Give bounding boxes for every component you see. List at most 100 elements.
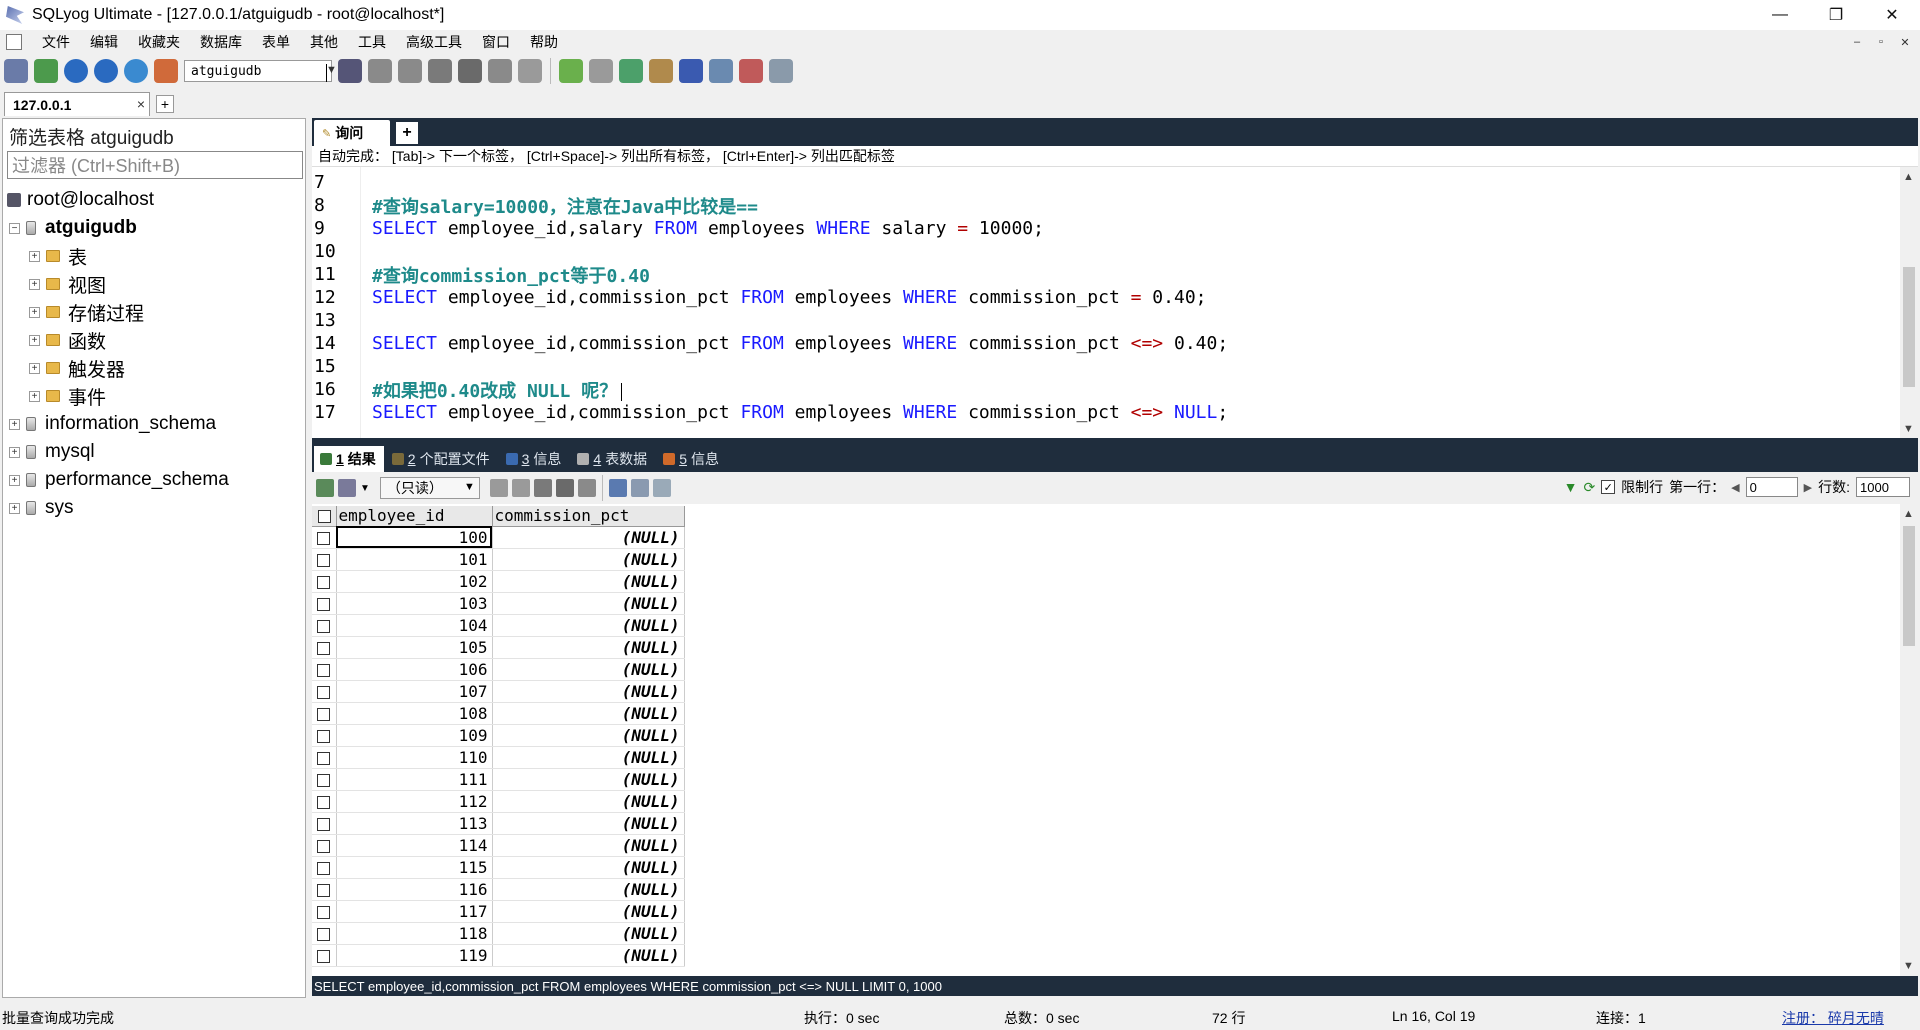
commission-pct-cell[interactable]: (NULL) [492, 614, 685, 637]
row-select-cell[interactable] [312, 790, 337, 813]
code-line[interactable]: 10 [312, 240, 1892, 263]
copy-row-icon[interactable] [489, 479, 508, 497]
employee-id-cell[interactable]: 117 [336, 900, 493, 923]
row-select-cell[interactable] [312, 768, 337, 791]
new-connection-icon[interactable] [4, 59, 28, 83]
copy-db-icon[interactable] [589, 59, 613, 83]
menu-help[interactable]: 帮助 [520, 32, 568, 52]
restore-button[interactable]: ❐ [1808, 0, 1864, 30]
employee-id-cell[interactable]: 101 [336, 548, 493, 571]
row-select-cell[interactable] [312, 570, 337, 593]
cancel-changes-icon[interactable] [577, 479, 596, 497]
restore-icon[interactable] [398, 59, 422, 83]
tree-db-mysql[interactable]: + mysql [9, 439, 95, 465]
tree-server[interactable]: root@localhost [7, 187, 154, 213]
connect-icon[interactable] [34, 59, 58, 83]
row-select-cell[interactable] [312, 592, 337, 615]
table-row[interactable]: 115 (NULL) [312, 856, 685, 879]
table-row[interactable]: 119 (NULL) [312, 944, 685, 967]
table-row[interactable]: 110 (NULL) [312, 746, 685, 769]
menu-window[interactable]: 窗口 [472, 32, 520, 52]
result-tab-3[interactable]: 3 信息 [500, 446, 570, 472]
row-checkbox[interactable] [317, 707, 331, 721]
import-icon[interactable] [428, 59, 452, 83]
row-select-cell[interactable] [312, 878, 337, 901]
employee-id-cell[interactable]: 110 [336, 746, 493, 769]
refresh-icon[interactable] [124, 59, 148, 83]
row-select-cell[interactable] [312, 746, 337, 769]
execute-all-icon[interactable] [94, 59, 118, 83]
row-select-cell[interactable] [312, 548, 337, 571]
row-select-cell[interactable] [312, 900, 337, 923]
document-icon[interactable] [6, 34, 22, 50]
registration-link[interactable]: 注册： 碎月无晴 [1782, 1008, 1884, 1028]
result-tab-2[interactable]: 2 个配置文件 [386, 446, 498, 472]
row-select-cell[interactable] [312, 526, 337, 549]
table-row[interactable]: 109 (NULL) [312, 724, 685, 747]
refresh-icon[interactable]: ⟳ [1583, 479, 1595, 496]
row-checkbox[interactable] [317, 817, 331, 831]
row-select-cell[interactable] [312, 680, 337, 703]
mdi-restore-button[interactable]: ▫ [1870, 32, 1892, 52]
menu-tools[interactable]: 工具 [348, 32, 396, 52]
employee-id-cell[interactable]: 108 [336, 702, 493, 725]
row-checkbox[interactable] [317, 773, 331, 787]
code-line[interactable]: 13 [312, 309, 1892, 332]
export-icon[interactable] [316, 479, 334, 497]
execute-query-icon[interactable] [64, 59, 88, 83]
menu-other[interactable]: 其他 [300, 32, 348, 52]
scroll-up-icon[interactable]: ▲ [1903, 171, 1914, 183]
row-select-cell[interactable] [312, 724, 337, 747]
result-tab-1[interactable]: 1 结果 [314, 446, 384, 472]
table-row[interactable]: 103 (NULL) [312, 592, 685, 615]
expand-icon[interactable]: + [29, 334, 40, 346]
tree-db-atguigudb[interactable]: − atguigudb [9, 215, 137, 241]
mdi-minimize-button[interactable]: – [1846, 32, 1868, 52]
tree-folder-functions[interactable]: + 函数 [29, 327, 106, 353]
code-line[interactable]: 9 SELECT employee_id,salary FROM employee… [312, 217, 1892, 240]
next-page-icon[interactable]: ▶ [1804, 481, 1812, 494]
row-select-cell[interactable] [312, 922, 337, 945]
tree-folder-tables[interactable]: + 表 [29, 243, 87, 269]
save-icon[interactable] [533, 479, 552, 497]
delete-icon[interactable] [555, 479, 574, 497]
mdi-close-button[interactable]: ✕ [1894, 32, 1916, 52]
employee-id-cell[interactable]: 113 [336, 812, 493, 835]
tree-folder-triggers[interactable]: + 触发器 [29, 355, 125, 381]
code-line[interactable]: 12 SELECT employee_id,commission_pct FROM… [312, 286, 1892, 309]
employee-id-cell[interactable]: 109 [336, 724, 493, 747]
chevron-down-icon[interactable]: ▼ [360, 483, 370, 494]
row-checkbox[interactable] [317, 685, 331, 699]
scroll-down-icon[interactable]: ▼ [1903, 960, 1914, 972]
schema-sync-icon[interactable] [619, 59, 643, 83]
code-line[interactable]: 16 #如果把0.40改成 NULL 呢？ [312, 378, 1892, 402]
table-row[interactable]: 102 (NULL) [312, 570, 685, 593]
row-select-cell[interactable] [312, 834, 337, 857]
commission-pct-cell[interactable]: (NULL) [492, 724, 685, 747]
table-row[interactable]: 101 (NULL) [312, 548, 685, 571]
row-select-cell[interactable] [312, 702, 337, 725]
result-tab-5[interactable]: 5 信息 [657, 446, 727, 472]
row-checkbox[interactable] [317, 949, 331, 963]
table-row[interactable]: 100 (NULL) [312, 526, 685, 549]
filter-icon[interactable]: ▼ [1564, 479, 1578, 495]
expand-icon[interactable]: + [29, 250, 40, 262]
commission-pct-cell[interactable]: (NULL) [492, 658, 685, 681]
code-line[interactable]: 17 SELECT employee_id,commission_pct FROM… [312, 401, 1892, 424]
report-icon[interactable] [739, 59, 763, 83]
backup-icon[interactable] [368, 59, 392, 83]
row-checkbox[interactable] [317, 553, 331, 567]
row-checkbox[interactable] [317, 751, 331, 765]
expand-icon[interactable]: + [29, 306, 40, 318]
row-checkbox[interactable] [317, 927, 331, 941]
table-row[interactable]: 106 (NULL) [312, 658, 685, 681]
select-all-checkbox[interactable] [318, 510, 332, 524]
code-line[interactable]: 8 #查询salary=10000，注意在Java中比较是== [312, 194, 1892, 218]
table-row[interactable]: 118 (NULL) [312, 922, 685, 945]
table-row[interactable]: 104 (NULL) [312, 614, 685, 637]
table-row[interactable]: 117 (NULL) [312, 900, 685, 923]
expand-icon[interactable]: + [9, 446, 20, 458]
first-row-input[interactable]: 0 [1745, 477, 1798, 497]
row-checkbox[interactable] [317, 883, 331, 897]
previous-page-icon[interactable]: ◀ [1731, 481, 1739, 494]
